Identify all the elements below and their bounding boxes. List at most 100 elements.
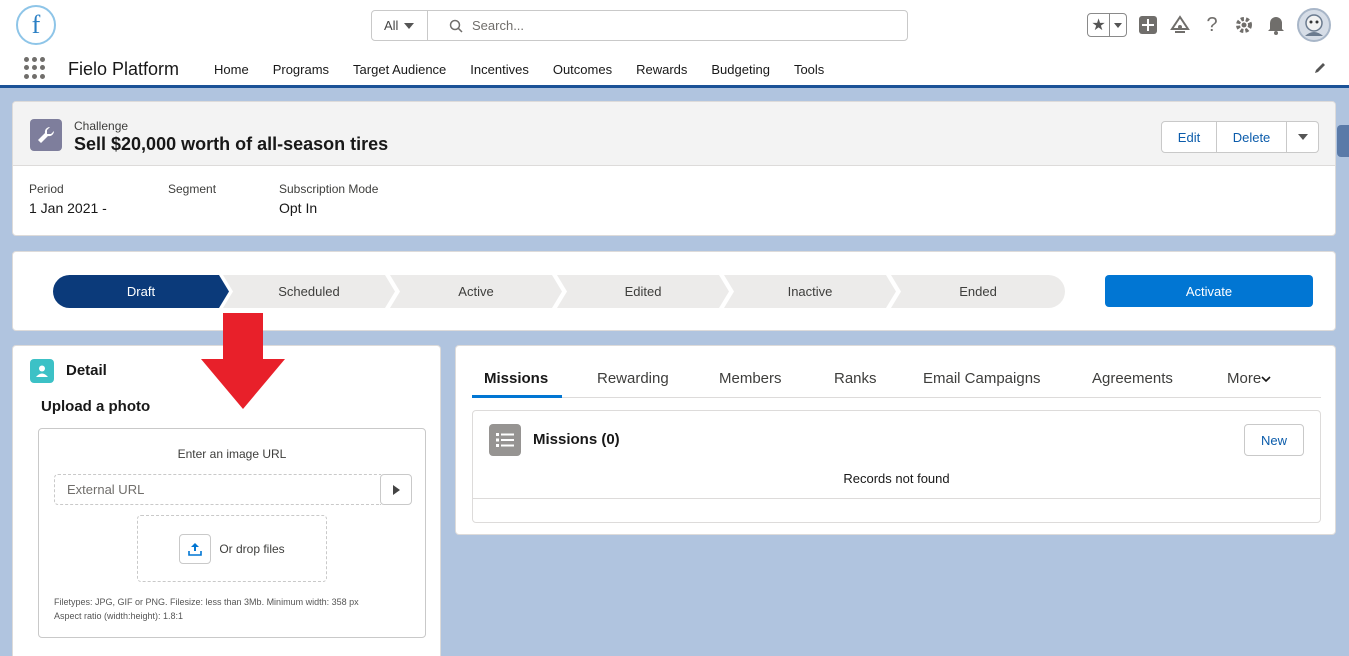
nav-item-rewards[interactable]: Rewards — [636, 62, 687, 77]
tab-bar: Missions Rewarding Members Ranks Email C… — [472, 366, 1321, 398]
play-arrow-icon — [393, 484, 400, 495]
nav-item-programs[interactable]: Programs — [273, 62, 329, 77]
notifications-bell-icon[interactable] — [1265, 14, 1287, 36]
chevron-down-icon — [1114, 22, 1122, 28]
highlight-fields: Period 1 Jan 2021 - Segment Subscription… — [29, 182, 439, 216]
favorites-group: ★ — [1087, 13, 1127, 37]
missions-related-list: Missions (0) New Records not found — [472, 410, 1321, 523]
field-value: Opt In — [279, 200, 318, 216]
photo-upload-box: Enter an image URL Or drop files Filetyp… — [38, 428, 426, 638]
app-launcher-icon[interactable] — [24, 57, 46, 79]
path-step-ended[interactable]: Ended — [891, 275, 1065, 308]
field-label: Subscription Mode — [279, 182, 379, 196]
nav-item-incentives[interactable]: Incentives — [470, 62, 529, 77]
help-icon[interactable]: ? — [1201, 14, 1223, 36]
field-label: Period — [29, 182, 64, 196]
trailhead-icon[interactable] — [1169, 14, 1191, 36]
upload-icon[interactable] — [179, 533, 212, 564]
empty-state-text: Records not found — [843, 471, 950, 486]
tab-ranks[interactable]: Ranks — [834, 370, 877, 387]
tab-email-campaigns[interactable]: Email Campaigns — [923, 370, 1041, 387]
path-step-edited[interactable]: Edited — [557, 275, 729, 308]
path-step-label: Ended — [959, 284, 997, 299]
active-tab-indicator — [472, 395, 562, 398]
user-avatar[interactable] — [1297, 8, 1331, 42]
fielo-logo[interactable]: f — [16, 5, 56, 45]
user-card-icon — [30, 359, 54, 383]
hint-line: Filetypes: JPG, GIF or PNG. Filesize: le… — [54, 597, 359, 607]
record-type-label: Challenge — [74, 119, 129, 133]
path-step-label: Scheduled — [278, 284, 340, 299]
field-label: Segment — [168, 182, 217, 196]
nav-item-budgeting[interactable]: Budgeting — [711, 62, 770, 77]
delete-button[interactable]: Delete — [1217, 121, 1287, 153]
record-title: Sell $20,000 worth of all-season tires — [74, 134, 389, 154]
side-panel-handle[interactable] — [1337, 125, 1349, 157]
tab-members[interactable]: Members — [719, 370, 782, 387]
record-header: Challenge Sell $20,000 worth of all-seas… — [13, 102, 1335, 166]
detail-title: Detail — [66, 362, 107, 379]
wrench-icon — [30, 119, 62, 151]
divider — [473, 498, 1320, 499]
record-highlights: Challenge Sell $20,000 worth of all-seas… — [12, 101, 1336, 236]
list-icon — [489, 424, 521, 456]
tab-more[interactable]: More — [1227, 370, 1271, 387]
search-scope-dropdown[interactable]: All — [372, 11, 428, 40]
path-step-draft[interactable]: Draft — [53, 275, 229, 308]
search-input[interactable] — [472, 11, 907, 40]
status-path: Draft Scheduled Active Edited Inactive E… — [53, 275, 1065, 308]
field-period: Period 1 Jan 2021 - — [29, 182, 168, 216]
nav-item-target-audience[interactable]: Target Audience — [353, 62, 446, 77]
path-step-inactive[interactable]: Inactive — [724, 275, 896, 308]
logo-letter: f — [31, 10, 41, 39]
file-requirements-hint: Filetypes: JPG, GIF or PNG. Filesize: le… — [54, 595, 359, 623]
upload-photo-title: Upload a photo — [41, 398, 151, 415]
tab-missions[interactable]: Missions — [484, 370, 548, 387]
path-step-label: Inactive — [787, 284, 833, 299]
path-step-label: Active — [458, 284, 494, 299]
external-url-input[interactable] — [54, 474, 381, 505]
chevron-down-icon — [1261, 376, 1271, 383]
chevron-down-icon — [1297, 134, 1308, 140]
file-drop-zone[interactable]: Or drop files — [137, 515, 327, 582]
setup-gear-icon[interactable] — [1233, 14, 1255, 36]
global-header: f All ★ ? — [0, 0, 1349, 52]
chevron-down-icon — [404, 22, 415, 29]
nav-items: Home Programs Target Audience Incentives… — [214, 62, 848, 77]
image-url-label: Enter an image URL — [177, 447, 287, 461]
path-step-label: Edited — [624, 284, 662, 299]
activate-button[interactable]: Activate — [1105, 275, 1313, 307]
app-name: Fielo Platform — [68, 59, 180, 79]
header-utility-icons: ★ ? — [1087, 8, 1331, 42]
record-actions: Edit Delete — [1161, 121, 1319, 153]
global-search: All — [371, 10, 908, 41]
edit-button[interactable]: Edit — [1161, 121, 1217, 153]
navigation-bar: Fielo Platform Home Programs Target Audi… — [0, 52, 1349, 88]
tab-more-label: More — [1227, 370, 1262, 387]
missions-list-title: Missions (0) — [533, 431, 620, 448]
new-mission-button[interactable]: New — [1244, 424, 1304, 456]
field-segment: Segment — [168, 182, 279, 216]
nav-item-home[interactable]: Home — [214, 62, 249, 77]
favorite-star-icon[interactable]: ★ — [1088, 14, 1110, 36]
favorites-menu-button[interactable] — [1110, 14, 1126, 36]
nav-item-tools[interactable]: Tools — [794, 62, 824, 77]
hint-line: Aspect ratio (width:height): 1.8:1 — [54, 611, 184, 621]
edit-nav-pencil-icon[interactable] — [1313, 61, 1329, 77]
search-icon — [440, 11, 472, 40]
global-create-icon[interactable] — [1137, 14, 1159, 36]
path-step-active[interactable]: Active — [390, 275, 562, 308]
path-step-scheduled[interactable]: Scheduled — [223, 275, 395, 308]
search-scope-label: All — [384, 18, 399, 33]
tab-agreements[interactable]: Agreements — [1092, 370, 1173, 387]
more-actions-button[interactable] — [1287, 121, 1319, 153]
tab-rewarding[interactable]: Rewarding — [597, 370, 669, 387]
submit-url-button[interactable] — [380, 474, 412, 505]
field-subscription-mode: Subscription Mode Opt In — [279, 182, 439, 216]
field-value: 1 Jan 2021 - — [29, 200, 107, 216]
drop-files-label: Or drop files — [219, 541, 285, 556]
related-tabs-card: Missions Rewarding Members Ranks Email C… — [455, 345, 1336, 535]
nav-item-outcomes[interactable]: Outcomes — [553, 62, 612, 77]
path-step-label: Draft — [126, 284, 156, 299]
red-down-arrow-icon — [201, 313, 285, 409]
